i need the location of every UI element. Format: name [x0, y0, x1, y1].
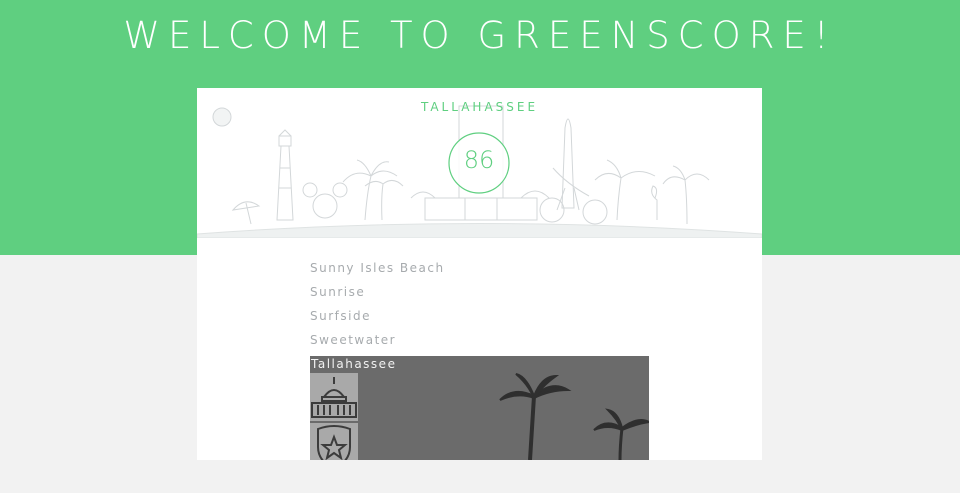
page-title: WELCOME TO GREENSCORE!: [123, 14, 837, 57]
hero-city-name: TALLAHASSEE: [420, 100, 539, 114]
skyline-hero: TALLAHASSEE 86: [197, 88, 762, 239]
police-tile[interactable]: [310, 423, 358, 460]
city-list-item[interactable]: Surfside: [310, 308, 650, 332]
green-score: 86: [463, 146, 495, 174]
selected-city-panel[interactable]: Tallahassee: [310, 356, 649, 460]
city-card: TALLAHASSEE 86 Sunny Isles Beach Sunrise…: [197, 88, 762, 460]
city-list-item[interactable]: Sunny Isles Beach: [310, 260, 650, 284]
city-list-item[interactable]: Sweetwater: [310, 332, 650, 356]
city-list: Sunny Isles Beach Sunrise Surfside Sweet…: [310, 260, 650, 356]
palm-trees-photo: [499, 373, 649, 460]
selected-city-name: Tallahassee: [311, 357, 397, 371]
capitol-tile[interactable]: [310, 373, 358, 421]
city-list-item[interactable]: Sunrise: [310, 284, 650, 308]
police-badge-icon: [317, 425, 351, 460]
capitol-building-icon: [311, 377, 357, 418]
